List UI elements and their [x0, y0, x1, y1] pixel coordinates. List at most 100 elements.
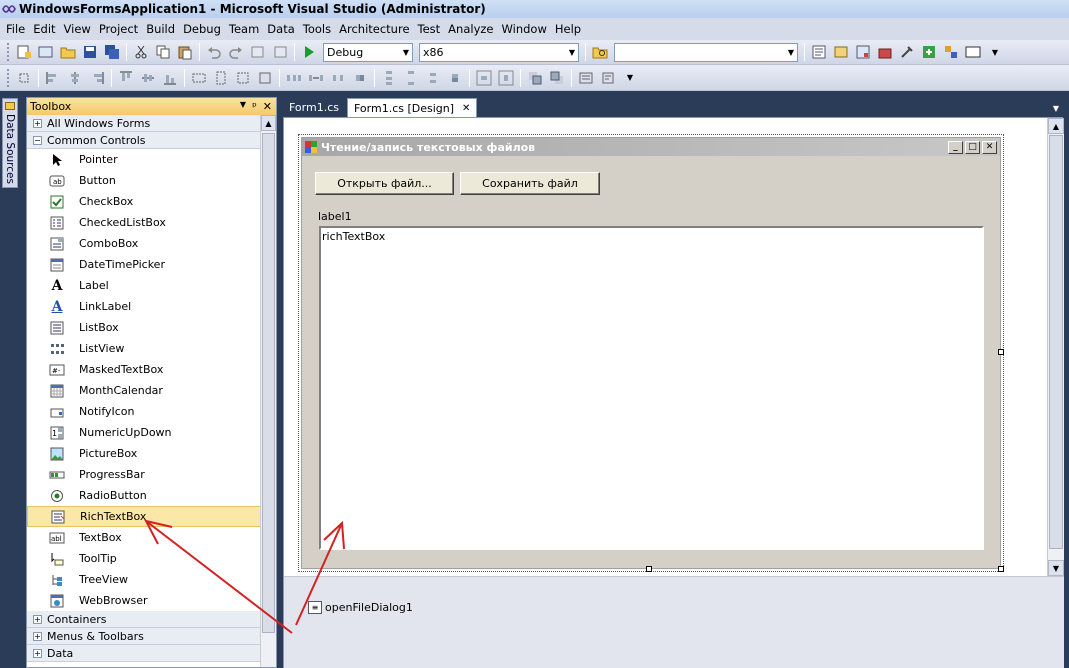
align-to-grid-icon[interactable] — [14, 68, 34, 88]
toolbox-item-treeview[interactable]: TreeView — [27, 569, 261, 590]
copy-icon[interactable] — [153, 42, 173, 62]
toolbox-item-listbox[interactable]: ListBox — [27, 317, 261, 338]
save-icon[interactable] — [80, 42, 100, 62]
configuration-combo[interactable]: Debug ▼ — [323, 42, 413, 62]
winform-window[interactable]: Чтение/запись текстовых файлов _ □ ✕ Отк… — [298, 134, 1004, 572]
menu-window[interactable]: Window — [498, 19, 551, 39]
toolbox-item-maskedtextbox[interactable]: #- MaskedTextBox — [27, 359, 261, 380]
toolbox-item-textbox[interactable]: abl TextBox — [27, 527, 261, 548]
make-same-height-icon[interactable] — [211, 68, 231, 88]
tab-form1-design[interactable]: Form1.cs [Design] ✕ — [346, 98, 478, 117]
toolbox-item-progressbar[interactable]: ProgressBar — [27, 464, 261, 485]
align-bottoms-icon[interactable] — [160, 68, 180, 88]
expand-icon[interactable]: + — [33, 631, 42, 641]
make-same-width-icon[interactable] — [189, 68, 209, 88]
send-to-back-icon[interactable] — [547, 68, 567, 88]
toolbox-item-listview[interactable]: ListView — [27, 338, 261, 359]
vertical-spacing-decrease-icon[interactable] — [423, 68, 443, 88]
vertical-spacing-remove-icon[interactable] — [445, 68, 465, 88]
align-tops-icon[interactable] — [116, 68, 136, 88]
category-data[interactable]: + Data — [27, 645, 261, 662]
rich-text-box[interactable]: richTextBox — [319, 226, 984, 550]
close-icon[interactable]: ✕ — [462, 103, 470, 114]
toolbox-item-notifyicon[interactable]: NotifyIcon — [27, 401, 261, 422]
extension-manager-icon[interactable] — [941, 42, 961, 62]
category-common-controls[interactable]: − Common Controls — [27, 132, 261, 149]
navigate-forward-icon[interactable] — [270, 42, 290, 62]
scroll-up-icon[interactable]: ▲ — [1048, 118, 1064, 134]
toolbox-item-tooltip[interactable]: ToolTip — [27, 548, 261, 569]
toolbox-item-datetimepicker[interactable]: DateTimePicker — [27, 254, 261, 275]
expand-icon[interactable]: + — [33, 118, 42, 128]
resize-handle-bottom[interactable] — [646, 566, 652, 572]
open-file-icon[interactable] — [58, 42, 78, 62]
scroll-up-icon[interactable]: ▲ — [261, 115, 276, 131]
menu-data[interactable]: Data — [263, 19, 298, 39]
toolbar-grip[interactable] — [7, 43, 10, 61]
toolbox-item-webbrowser[interactable]: WebBrowser — [27, 590, 261, 611]
toolbox-item-label[interactable]: A Label — [27, 275, 261, 296]
add-item-icon[interactable] — [36, 42, 56, 62]
menu-project[interactable]: Project — [95, 19, 142, 39]
solution-explorer-icon[interactable] — [809, 42, 829, 62]
toolbox-item-combobox[interactable]: ComboBox — [27, 233, 261, 254]
horizontal-spacing-remove-icon[interactable] — [350, 68, 370, 88]
toolbox-item-radiobutton[interactable]: RadioButton — [27, 485, 261, 506]
paste-icon[interactable] — [175, 42, 195, 62]
menu-architecture[interactable]: Architecture — [335, 19, 413, 39]
expand-icon[interactable]: + — [33, 614, 42, 624]
tools-icon[interactable] — [897, 42, 917, 62]
toolbox-item-picturebox[interactable]: PictureBox — [27, 443, 261, 464]
object-browser-icon[interactable] — [853, 42, 873, 62]
lock-controls-icon[interactable] — [598, 68, 618, 88]
resize-handle-right[interactable] — [998, 349, 1004, 355]
menu-edit[interactable]: Edit — [29, 19, 59, 39]
center-horizontally-icon[interactable] — [474, 68, 494, 88]
cut-icon[interactable] — [131, 42, 151, 62]
menu-team[interactable]: Team — [225, 19, 263, 39]
undo-icon[interactable] — [204, 42, 224, 62]
save-all-icon[interactable] — [102, 42, 122, 62]
close-icon[interactable]: ✕ — [982, 140, 997, 154]
toolbox-item-button[interactable]: ab Button — [27, 170, 261, 191]
toolbar-options-icon[interactable]: ▼ — [620, 68, 640, 88]
find-combo[interactable]: ▼ — [614, 42, 798, 62]
align-middles-icon[interactable] — [138, 68, 158, 88]
navigate-backward-icon[interactable] — [248, 42, 268, 62]
vertical-spacing-equal-icon[interactable] — [379, 68, 399, 88]
properties-icon[interactable] — [831, 42, 851, 62]
menu-analyze[interactable]: Analyze — [444, 19, 497, 39]
horizontal-spacing-increase-icon[interactable] — [306, 68, 326, 88]
horizontal-spacing-decrease-icon[interactable] — [328, 68, 348, 88]
command-window-icon[interactable] — [963, 42, 983, 62]
scroll-down-icon[interactable]: ▼ — [1048, 560, 1064, 576]
toolbox-item-monthcalendar[interactable]: MonthCalendar — [27, 380, 261, 401]
toolbox-item-numericupdown[interactable]: 1 NumericUpDown — [27, 422, 261, 443]
toolbar-options-icon[interactable]: ▼ — [985, 42, 1005, 62]
toolbox-item-checkbox[interactable]: CheckBox — [27, 191, 261, 212]
toolbox-icon[interactable] — [875, 42, 895, 62]
size-to-grid-icon[interactable] — [255, 68, 275, 88]
platform-combo[interactable]: x86 ▼ — [419, 42, 579, 62]
scroll-thumb[interactable] — [262, 133, 275, 633]
bring-to-front-icon[interactable] — [525, 68, 545, 88]
expand-icon[interactable]: + — [33, 648, 42, 658]
category-all-windows-forms[interactable]: + All Windows Forms — [27, 115, 261, 132]
start-page-icon[interactable] — [919, 42, 939, 62]
menu-build[interactable]: Build — [142, 19, 179, 39]
scroll-thumb[interactable] — [1049, 135, 1063, 549]
menu-file[interactable]: File — [2, 19, 29, 39]
category-containers[interactable]: + Containers — [27, 611, 261, 628]
align-rights-icon[interactable] — [87, 68, 107, 88]
start-debugging-icon[interactable] — [299, 42, 319, 62]
resize-handle-corner[interactable] — [998, 566, 1004, 572]
menu-help[interactable]: Help — [551, 19, 585, 39]
menu-view[interactable]: View — [60, 19, 95, 39]
toolbar-grip[interactable] — [7, 68, 10, 87]
data-sources-tab[interactable]: Data Sources — [2, 98, 18, 188]
vertical-spacing-increase-icon[interactable] — [401, 68, 421, 88]
find-in-files-icon[interactable] — [590, 42, 610, 62]
designer-scrollbar[interactable]: ▲ ▼ — [1047, 118, 1064, 576]
align-centers-icon[interactable] — [65, 68, 85, 88]
new-project-icon[interactable] — [14, 42, 34, 62]
